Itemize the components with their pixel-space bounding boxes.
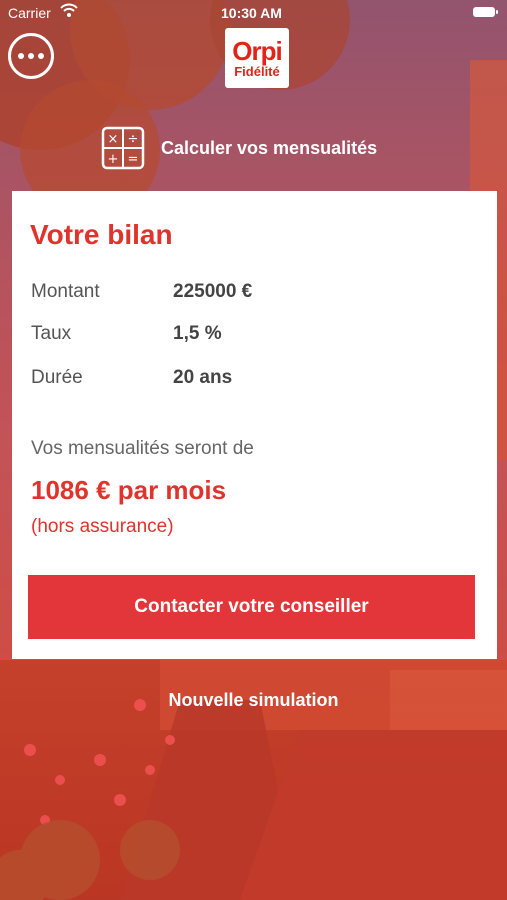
- monthly-intro-text: Vos mensualités seront de: [31, 438, 254, 459]
- more-dots-icon: [18, 53, 44, 59]
- logo-sub-text: Fidélité: [234, 63, 280, 79]
- insurance-note: (hors assurance): [31, 516, 174, 537]
- rate-label: Taux: [31, 323, 72, 344]
- duration-value: 20 ans: [173, 367, 233, 388]
- monthly-payment-value: 1086 € par mois: [31, 475, 227, 505]
- calculate-payments-link[interactable]: × ÷ + = Calculer vos mensualités: [101, 126, 377, 170]
- svg-text:×: ×: [108, 132, 119, 147]
- status-time: 10:30 AM: [221, 5, 282, 21]
- rate-value: 1,5 %: [173, 323, 222, 344]
- amount-label: Montant: [31, 281, 100, 302]
- wifi-icon: [60, 3, 78, 20]
- summary-title: Votre bilan: [30, 219, 173, 250]
- svg-text:+: +: [108, 152, 119, 167]
- new-simulation-link[interactable]: Nouvelle simulation: [0, 690, 507, 711]
- duration-label: Durée: [31, 367, 83, 388]
- contact-advisor-button[interactable]: Contacter votre conseiller: [28, 575, 475, 639]
- svg-text:÷: ÷: [128, 132, 139, 147]
- summary-card: Votre bilan Montant 225000 € Taux 1,5 % …: [12, 191, 497, 659]
- calculator-icon: × ÷ + =: [101, 126, 145, 170]
- more-menu-button[interactable]: [8, 33, 54, 79]
- carrier-label: Carrier: [8, 5, 51, 21]
- logo-main-text: Orpi: [232, 35, 282, 66]
- orpi-logo: Orpi Fidélité: [225, 28, 289, 88]
- app-screen: Carrier 10:30 AM Orpi Fidélité × ÷ + = C…: [0, 0, 507, 900]
- status-bar: Carrier 10:30 AM: [0, 0, 507, 26]
- battery-icon: [473, 7, 498, 17]
- calculate-payments-label: Calculer vos mensualités: [161, 137, 378, 158]
- svg-text:=: =: [128, 152, 139, 167]
- amount-value: 225000 €: [173, 281, 253, 302]
